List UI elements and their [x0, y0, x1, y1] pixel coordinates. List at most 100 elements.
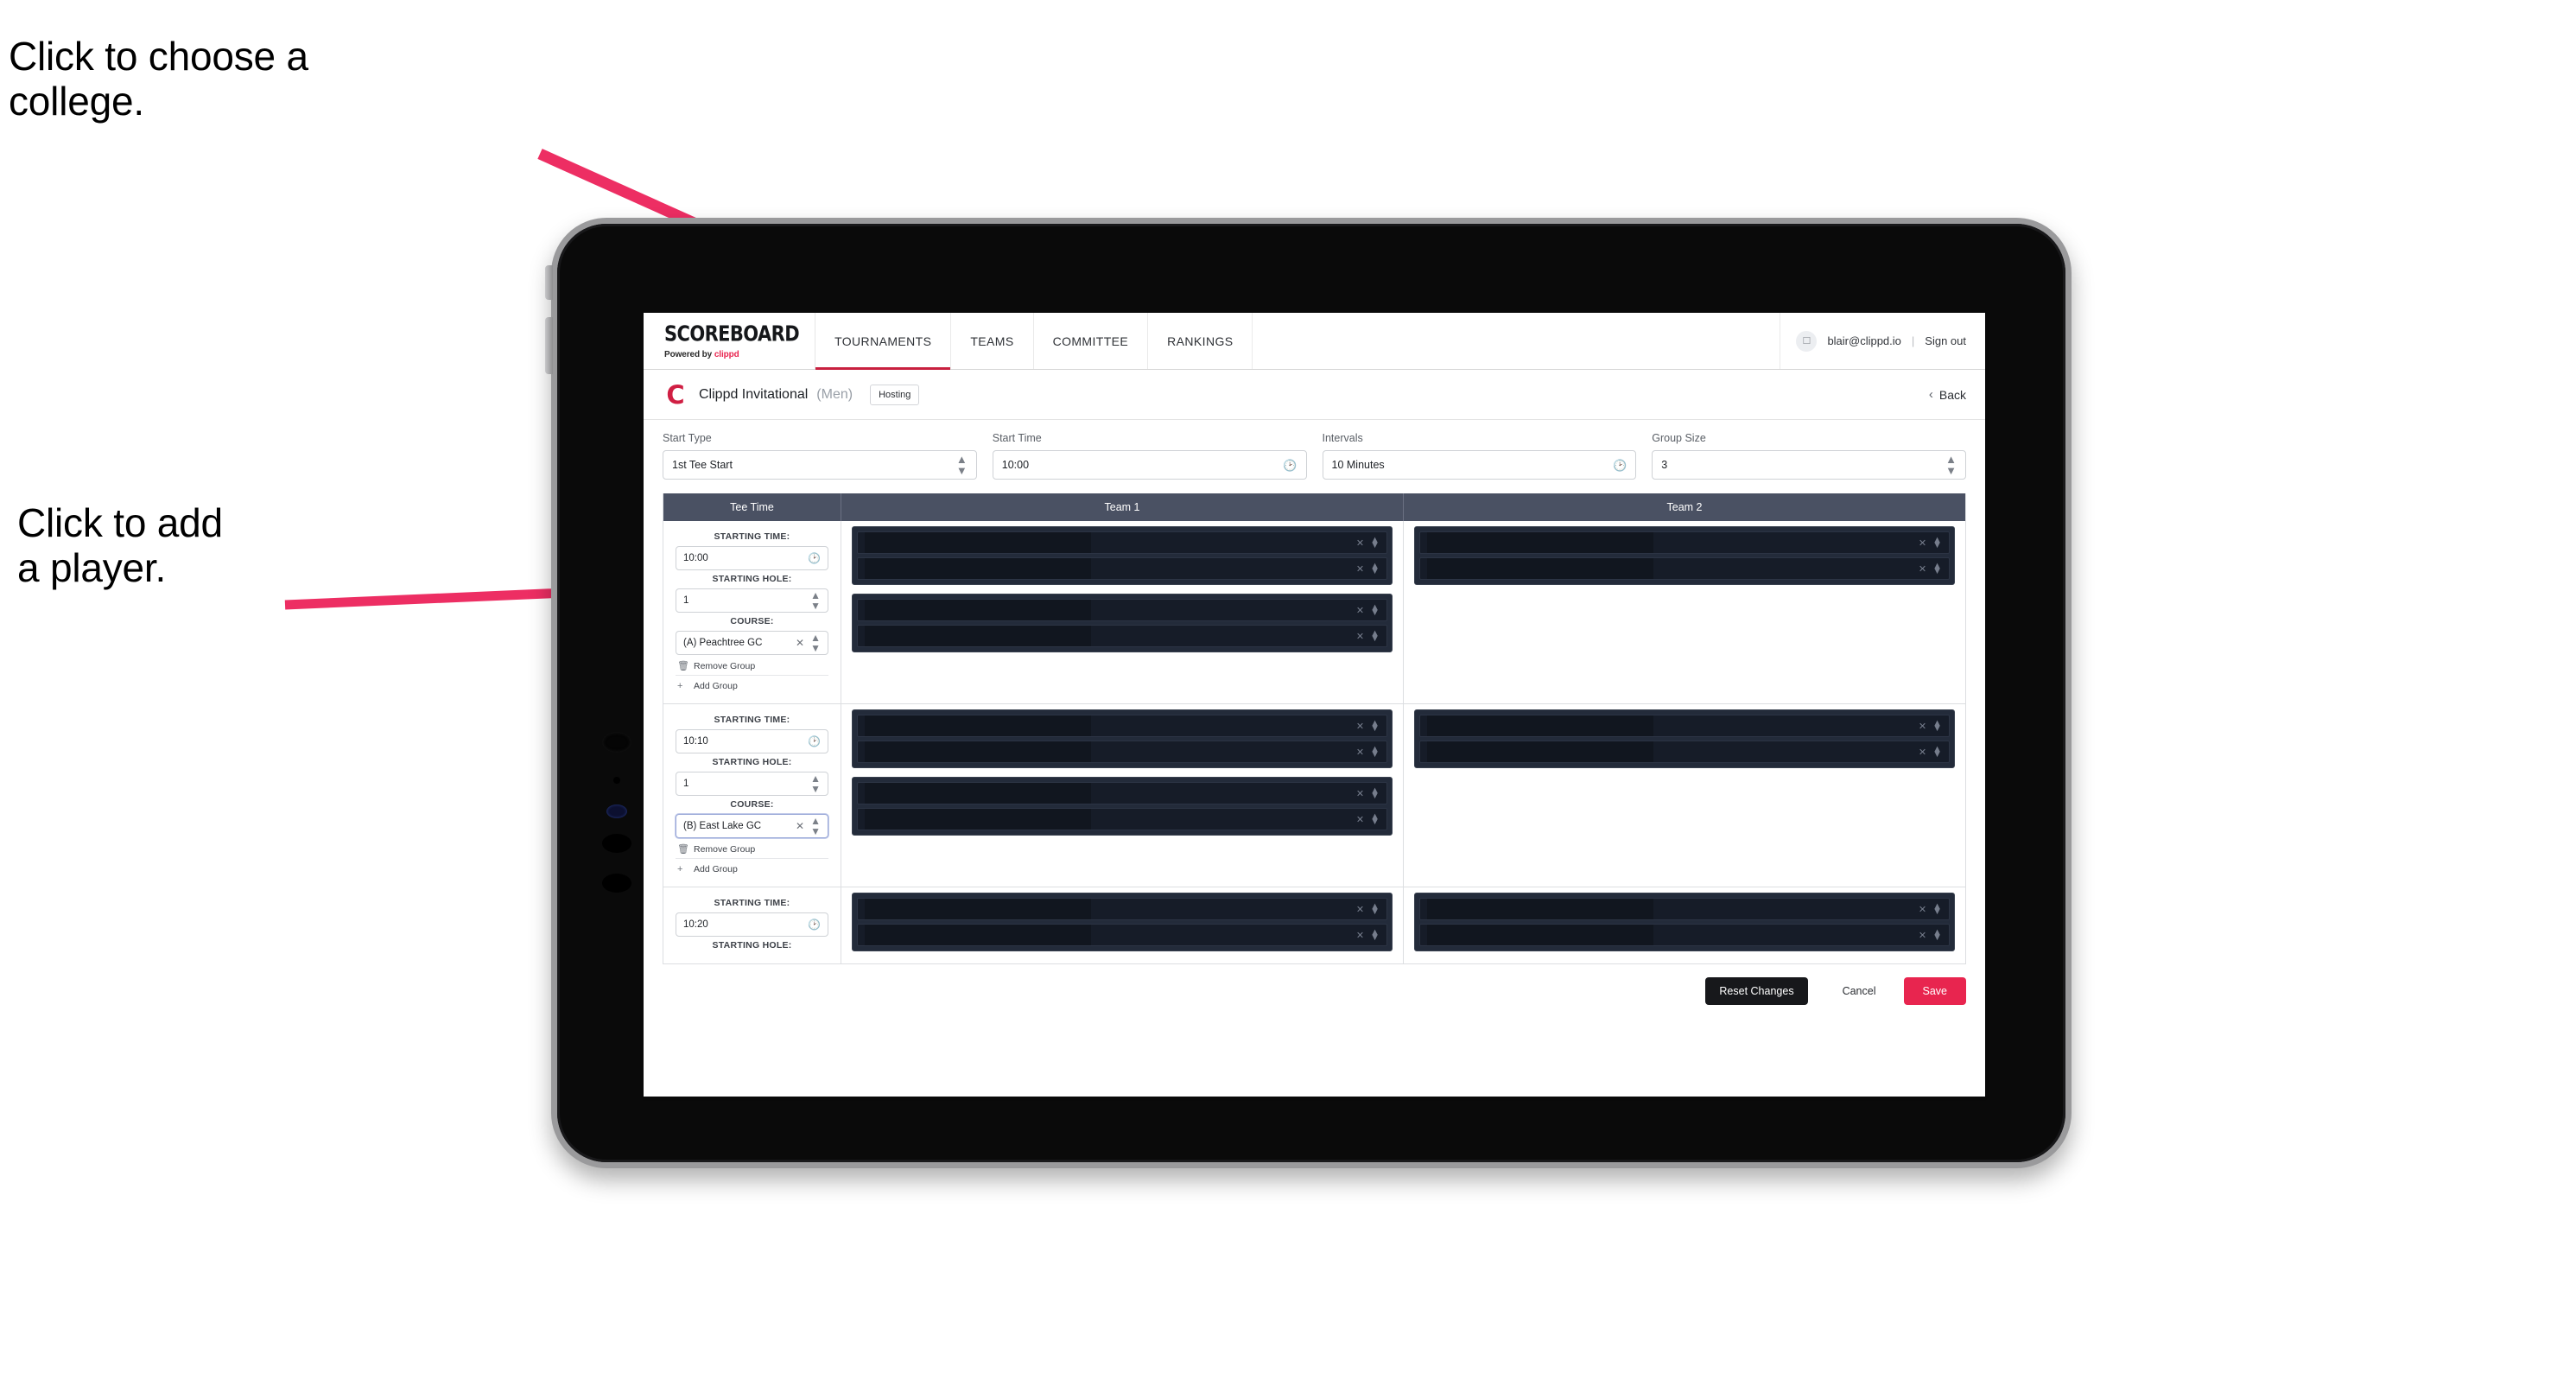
add-group-button[interactable]: + Add Group — [676, 675, 828, 695]
start-time-input[interactable]: 10:00 🕑 — [992, 450, 1307, 480]
team-1-cell: ✕ ▲ ▼ ✕ ▲ ▼ ✕ ▲ ▼ ✕ ▲ ▼ — [841, 704, 1404, 887]
user-email: blair@clippd.io — [1827, 334, 1901, 347]
starting-time-input[interactable]: 10:10 🕑 — [676, 729, 828, 753]
x-icon[interactable]: ✕ — [1356, 904, 1364, 915]
x-icon[interactable]: ✕ — [1919, 747, 1926, 758]
x-icon[interactable]: ✕ — [1919, 563, 1926, 575]
starting-time-input[interactable]: 10:20 🕑 — [676, 912, 828, 937]
stepper-icon[interactable]: ▲ ▼ — [1932, 718, 1942, 733]
stepper-icon[interactable]: ▲ ▼ — [1932, 901, 1942, 916]
stepper-icon[interactable]: ▲ ▼ — [1370, 602, 1380, 617]
nav-tab-rankings[interactable]: RANKINGS — [1148, 313, 1253, 369]
x-icon[interactable]: ✕ — [1919, 930, 1926, 941]
player-name-redacted — [865, 600, 1092, 620]
player-slot[interactable]: ✕ ▲ ▼ — [1419, 531, 1950, 554]
player-slot[interactable]: ✕ ▲ ▼ — [1419, 741, 1950, 763]
tee-sheet-row: STARTING TIME: 10:00 🕑 STARTING HOLE: 1 ▲ ▼ COU… — [663, 521, 1965, 704]
stepper-icon[interactable]: ▲ ▼ — [1370, 901, 1380, 916]
stepper-icon[interactable]: ▲ ▼ — [1370, 535, 1380, 550]
tournament-gender: (Men) — [816, 386, 853, 402]
stepper-icon[interactable]: ▲ ▼ — [1370, 561, 1380, 575]
trash-icon: 🗑 — [677, 844, 689, 855]
player-slot[interactable]: ✕ ▲ ▼ — [1419, 898, 1950, 920]
x-icon[interactable]: ✕ — [1356, 814, 1364, 825]
x-icon[interactable]: ✕ — [1919, 904, 1926, 915]
remove-group-button[interactable]: 🗑 Remove Group — [676, 655, 828, 675]
control-intervals-label: Intervals — [1322, 432, 1363, 444]
power-button[interactable] — [545, 317, 553, 374]
stepper-icon[interactable]: ▲ ▼ — [1370, 744, 1380, 759]
player-slot[interactable]: ✕ ▲ ▼ — [857, 782, 1387, 804]
player-slot[interactable]: ✕ ▲ ▼ — [857, 898, 1387, 920]
x-icon[interactable]: ✕ — [796, 820, 804, 832]
starting-hole-input[interactable]: 1 ▲ ▼ — [676, 588, 828, 613]
stepper-icon[interactable]: ▲ ▼ — [1370, 927, 1380, 942]
player-slot[interactable]: ✕ ▲ ▼ — [857, 741, 1387, 763]
x-icon[interactable]: ✕ — [1356, 721, 1364, 732]
stepper-icon[interactable]: ▲ ▼ — [810, 816, 821, 836]
stepper-icon[interactable]: ▲ ▼ — [1370, 718, 1380, 733]
x-icon[interactable]: ✕ — [1356, 747, 1364, 758]
start-type-select[interactable]: 1st Tee Start ▲ ▼ — [663, 450, 977, 480]
x-icon[interactable]: ✕ — [1356, 563, 1364, 575]
x-icon[interactable]: ✕ — [796, 637, 804, 649]
stepper-icon[interactable]: ▲ ▼ — [1932, 535, 1942, 550]
x-icon[interactable]: ✕ — [1356, 788, 1364, 799]
nav-tab-tournaments[interactable]: TOURNAMENTS — [815, 313, 952, 370]
group-size-select[interactable]: 3 ▲ ▼ — [1652, 450, 1966, 480]
x-icon[interactable]: ✕ — [1356, 537, 1364, 549]
player-group: ✕ ▲ ▼ ✕ ▲ ▼ — [1414, 526, 1955, 585]
stepper-icon[interactable]: ▲ ▼ — [1932, 561, 1942, 575]
stepper-icon[interactable]: ▲ ▼ — [810, 590, 821, 611]
start-type-value: 1st Tee Start — [672, 459, 733, 471]
nav-separator: | — [1911, 334, 1915, 347]
player-slot[interactable]: ✕ ▲ ▼ — [857, 715, 1387, 737]
course-select[interactable]: (B) East Lake GC ✕ ▲ ▼ — [676, 814, 828, 838]
nav-tab-committee[interactable]: COMMITTEE — [1034, 313, 1149, 369]
sign-out-link[interactable]: Sign out — [1925, 334, 1966, 347]
x-icon[interactable]: ✕ — [1356, 605, 1364, 616]
add-group-label: Add Group — [694, 681, 738, 691]
nav-tab-teams[interactable]: TEAMS — [951, 313, 1034, 369]
starting-time-label: STARTING TIME: — [714, 715, 790, 725]
clock-icon[interactable]: 🕑 — [808, 919, 821, 930]
player-slot[interactable]: ✕ ▲ ▼ — [1419, 715, 1950, 737]
intervals-input[interactable]: 10 Minutes 🕑 — [1322, 450, 1637, 480]
player-slot[interactable]: ✕ ▲ ▼ — [857, 557, 1387, 580]
player-slot-icons: ✕ ▲ ▼ — [1356, 744, 1380, 759]
stepper-icon[interactable]: ▲ ▼ — [1370, 811, 1380, 826]
remove-group-button[interactable]: 🗑 Remove Group — [676, 838, 828, 858]
starting-time-input[interactable]: 10:00 🕑 — [676, 546, 828, 570]
x-icon[interactable]: ✕ — [1919, 721, 1926, 732]
cancel-button[interactable]: Cancel — [1830, 977, 1888, 1005]
player-slot[interactable]: ✕ ▲ ▼ — [1419, 924, 1950, 946]
add-group-button[interactable]: + Add Group — [676, 858, 828, 878]
volume-button[interactable] — [545, 265, 553, 300]
x-icon[interactable]: ✕ — [1356, 930, 1364, 941]
clock-icon[interactable]: 🕑 — [808, 553, 821, 563]
stepper-icon[interactable]: ▲ ▼ — [1370, 785, 1380, 800]
x-icon[interactable]: ✕ — [1919, 537, 1926, 549]
player-slot[interactable]: ✕ ▲ ▼ — [857, 531, 1387, 554]
back-button[interactable]: ‹ Back — [1929, 387, 1966, 402]
team-2-cell: ✕ ▲ ▼ ✕ ▲ ▼ — [1404, 887, 1965, 963]
stepper-icon[interactable]: ▲ ▼ — [1370, 628, 1380, 643]
player-slot[interactable]: ✕ ▲ ▼ — [857, 808, 1387, 830]
player-slot[interactable]: ✕ ▲ ▼ — [857, 599, 1387, 621]
brand-logo[interactable]: SCOREBOARD Powered by clippd — [644, 313, 816, 369]
x-icon[interactable]: ✕ — [1356, 631, 1364, 642]
stepper-icon[interactable]: ▲ ▼ — [810, 773, 821, 794]
stepper-icon[interactable]: ▲ ▼ — [1932, 927, 1942, 942]
user-avatar-icon[interactable]: ☐ — [1796, 330, 1818, 352]
course-select[interactable]: (A) Peachtree GC ✕ ▲ ▼ — [676, 631, 828, 655]
starting-hole-input[interactable]: 1 ▲ ▼ — [676, 772, 828, 796]
player-slot[interactable]: ✕ ▲ ▼ — [857, 924, 1387, 946]
tournament-title-bar: C Clippd Invitational (Men) Hosting ‹ Ba… — [644, 370, 1985, 420]
player-slot[interactable]: ✕ ▲ ▼ — [857, 625, 1387, 647]
save-button[interactable]: Save — [1903, 977, 1966, 1005]
reset-changes-button[interactable]: Reset Changes — [1705, 977, 1808, 1005]
stepper-icon[interactable]: ▲ ▼ — [810, 633, 821, 653]
player-slot[interactable]: ✕ ▲ ▼ — [1419, 557, 1950, 580]
clock-icon[interactable]: 🕑 — [808, 736, 821, 747]
stepper-icon[interactable]: ▲ ▼ — [1932, 744, 1942, 759]
